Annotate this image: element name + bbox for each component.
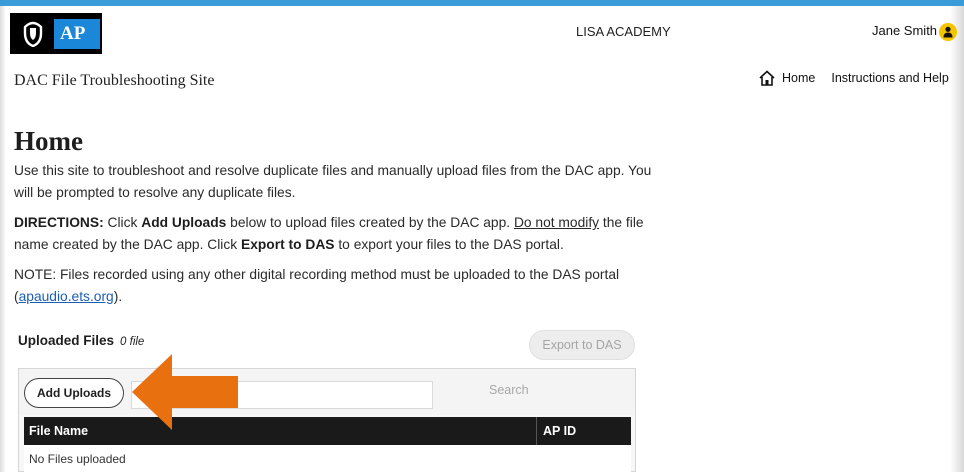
directions-do-not-modify-emphasis: Do not modify	[513, 215, 600, 230]
user-avatar-icon[interactable]	[939, 23, 957, 41]
column-header-ap-id[interactable]: AP ID	[543, 424, 576, 438]
top-nav: Home Instructions and Help	[758, 70, 949, 86]
note-text: NOTE: Files recorded using any other dig…	[14, 264, 674, 308]
nav-instructions-help-link[interactable]: Instructions and Help	[831, 71, 948, 85]
nav-home-link[interactable]: Home	[782, 71, 815, 85]
uploaded-files-table: Add Uploads by filename Search File Name…	[18, 368, 636, 472]
acorn-seal-icon	[18, 19, 48, 49]
top-accent-bar	[0, 0, 964, 6]
page-title: Home	[14, 126, 83, 156]
directions-text-part: Click	[103, 215, 142, 230]
table-toolbar: Add Uploads by filename Search	[19, 369, 635, 415]
empty-table-row: No Files uploaded	[24, 445, 631, 472]
search-button[interactable]: Search	[489, 383, 529, 397]
uploaded-files-title: Uploaded Files	[18, 333, 115, 348]
uploaded-files-heading: Uploaded Files 0 file	[18, 333, 144, 348]
home-icon[interactable]	[758, 70, 776, 86]
directions-text-part: to export your files to the DAS portal.	[334, 237, 564, 252]
column-divider	[536, 417, 537, 445]
directions-label: DIRECTIONS:	[14, 215, 104, 230]
left-edge-shadow	[0, 6, 6, 472]
directions-add-uploads-emphasis: Add Uploads	[141, 215, 227, 230]
directions-export-emphasis: Export to DAS	[241, 237, 335, 252]
ap-logo-text: AP	[54, 19, 100, 49]
intro-text: Use this site to troubleshoot and resolv…	[14, 163, 652, 200]
note-text-end: ).	[113, 289, 123, 304]
app-header: AP LISA ACADEMY Jane Smith	[6, 10, 957, 54]
school-name: LISA ACADEMY	[576, 24, 671, 39]
uploaded-files-count: 0 file	[120, 336, 145, 348]
college-board-ap-logo[interactable]: AP	[10, 13, 102, 54]
directions-text: DIRECTIONS: Click Add Uploads below to u…	[14, 212, 674, 256]
add-uploads-button[interactable]: Add Uploads	[24, 378, 124, 408]
export-to-das-button[interactable]: Export to DAS	[529, 330, 635, 360]
site-title: DAC File Troubleshooting Site	[14, 72, 215, 89]
directions-text-part: below to upload files created by the DAC…	[226, 215, 514, 230]
right-edge-shadow	[950, 6, 964, 472]
das-portal-link[interactable]: apaudio.ets.org	[19, 289, 114, 304]
column-header-file-name[interactable]: File Name	[29, 424, 88, 438]
table-header-row: File Name AP ID	[24, 417, 631, 445]
callout-arrow-icon	[132, 354, 238, 430]
user-name[interactable]: Jane Smith	[872, 23, 937, 38]
